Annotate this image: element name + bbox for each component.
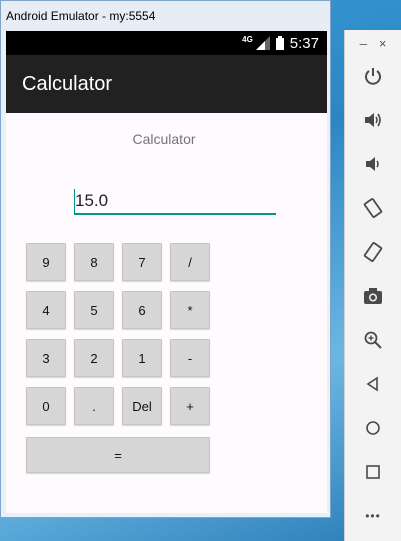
rotate-right-button[interactable] [359, 238, 387, 266]
key-3[interactable]: 3 [26, 339, 66, 377]
phone-screen: 4G 5:37 Calculator Calculator 15.0 9 8 7… [6, 31, 327, 513]
zoom-icon [364, 331, 382, 349]
back-button[interactable] [359, 370, 387, 398]
app-bar: Calculator [6, 55, 327, 113]
screenshot-button[interactable] [359, 282, 387, 310]
key-delete[interactable]: Del [122, 387, 162, 425]
more-icon: ••• [365, 509, 381, 523]
key-4[interactable]: 4 [26, 291, 66, 329]
emulator-window: Android Emulator - my:5554 4G 5:37 Calcu… [0, 0, 331, 518]
power-button[interactable] [359, 62, 387, 90]
calculator-label: Calculator [132, 131, 196, 147]
volume-up-icon [365, 113, 381, 127]
window-title: Android Emulator - my:5554 [6, 9, 156, 23]
key-divide[interactable]: / [170, 243, 210, 281]
power-icon [365, 68, 381, 85]
rotate-left-button[interactable] [359, 194, 387, 222]
key-9[interactable]: 9 [26, 243, 66, 281]
emulator-toolbar: – × ••• [344, 30, 401, 541]
home-icon [366, 421, 380, 435]
overview-icon [366, 465, 380, 479]
more-button[interactable]: ••• [359, 502, 387, 530]
emulator-titlebar[interactable]: Android Emulator - my:5554 [1, 1, 330, 31]
zoom-button[interactable] [359, 326, 387, 354]
home-button[interactable] [359, 414, 387, 442]
battery-icon [275, 36, 284, 50]
status-bar: 4G 5:37 [6, 31, 327, 55]
key-7[interactable]: 7 [122, 243, 162, 281]
key-2[interactable]: 2 [74, 339, 114, 377]
key-decimal[interactable]: . [74, 387, 114, 425]
app-title: Calculator [22, 73, 113, 95]
key-subtract[interactable]: - [170, 339, 210, 377]
key-add[interactable]: + [170, 387, 210, 425]
close-button[interactable]: × [379, 36, 387, 51]
rotate-right-icon [363, 242, 383, 262]
volume-down-button[interactable] [359, 150, 387, 178]
clock: 5:37 [289, 34, 319, 52]
volume-up-button[interactable] [359, 106, 387, 134]
key-6[interactable]: 6 [122, 291, 162, 329]
key-8[interactable]: 8 [74, 243, 114, 281]
key-5[interactable]: 5 [74, 291, 114, 329]
signal-icon [255, 36, 270, 50]
back-icon [366, 376, 378, 392]
minimize-button[interactable]: – [360, 36, 367, 51]
key-0[interactable]: 0 [26, 387, 66, 425]
network-type: 4G [242, 35, 253, 44]
rotate-left-icon [363, 198, 383, 218]
volume-down-icon [366, 157, 379, 171]
overview-button[interactable] [359, 458, 387, 486]
camera-icon [364, 288, 382, 304]
key-multiply[interactable]: * [170, 291, 210, 329]
key-equals[interactable]: = [26, 437, 210, 473]
display-input[interactable]: 15.0 [74, 187, 276, 215]
key-1[interactable]: 1 [122, 339, 162, 377]
